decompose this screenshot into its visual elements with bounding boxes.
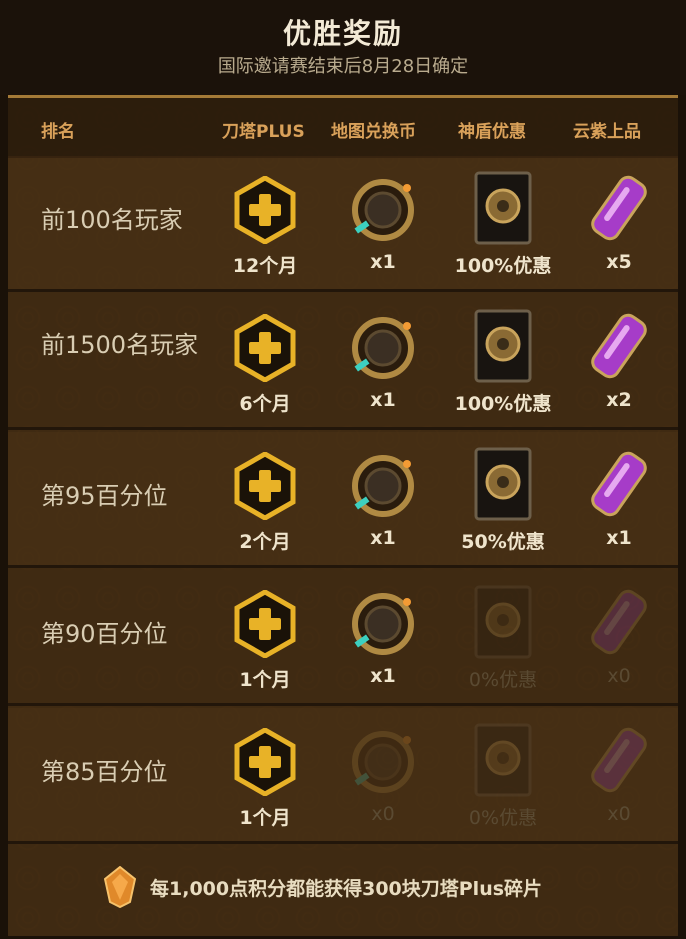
column-header-row: 排名 刀塔PLUS 地图兑换币 神盾优惠 云紫上品 <box>8 98 678 158</box>
shield-cell: 100%优惠 <box>448 294 558 430</box>
cloud-cell: x0 <box>564 570 674 706</box>
shield-cell: 0%优惠 <box>448 570 558 706</box>
aegis-icon <box>474 585 532 659</box>
plus-value: 2个月 <box>239 531 291 553</box>
shield-value: 100%优惠 <box>454 255 552 277</box>
cloud-value: x2 <box>606 389 632 411</box>
rank-label: 前1500名玩家 <box>41 331 199 359</box>
plus-value: 1个月 <box>239 669 291 691</box>
dota-plus-icon <box>234 728 296 796</box>
cloud-value: x0 <box>607 803 631 825</box>
cloud-value: x1 <box>606 527 632 549</box>
map-coin-value: x1 <box>370 389 396 411</box>
aegis-icon <box>474 309 532 383</box>
page-title: 优胜奖励 <box>282 17 403 50</box>
plus-cell: 12个月 <box>210 156 320 292</box>
rank-label: 第90百分位 <box>41 620 168 648</box>
shield-value: 50%优惠 <box>461 531 545 553</box>
table-row: 前100名玩家 12个月 x1 100%优惠 x5 <box>8 156 678 292</box>
column-header-shield: 神盾优惠 <box>458 122 526 142</box>
map-coin-icon <box>352 731 414 793</box>
cloud-value: x0 <box>607 665 631 687</box>
table-row: 第90百分位 1个月 x1 0%优惠 x0 <box>8 570 678 706</box>
table-row: 第95百分位 2个月 x1 50%优惠 x1 <box>8 432 678 568</box>
rank-label: 前100名玩家 <box>41 206 183 234</box>
shield-cell: 0%优惠 <box>448 708 558 844</box>
shield-value: 0%优惠 <box>468 807 538 829</box>
rank-label: 第95百分位 <box>41 482 168 510</box>
table-row: 第85百分位 1个月 x0 0%优惠 x0 <box>8 708 678 844</box>
plus-value: 12个月 <box>232 255 298 277</box>
map-coin-value: x0 <box>371 803 395 825</box>
cloud-value: x5 <box>606 251 632 273</box>
table-row: 前1500名玩家 6个月 x1 100%优惠 x2 <box>8 294 678 430</box>
map-coin-value: x1 <box>370 527 396 549</box>
aegis-icon <box>474 723 532 797</box>
map-coin-icon <box>352 593 414 655</box>
aegis-icon <box>474 171 532 245</box>
treasure-vial-icon <box>591 727 647 793</box>
dota-plus-icon <box>234 314 296 382</box>
column-header-map-coin: 地图兑换币 <box>331 122 416 142</box>
treasure-vial-icon <box>591 175 647 241</box>
rank-label: 第85百分位 <box>41 758 168 786</box>
plus-cell: 1个月 <box>210 570 320 706</box>
cloud-cell: x1 <box>564 432 674 568</box>
dota-plus-icon <box>234 590 296 658</box>
plus-cell: 1个月 <box>210 708 320 844</box>
footer-note: 每1,000点积分都能获得300块刀塔Plus碎片 <box>8 848 678 939</box>
shield-cell: 50%优惠 <box>448 432 558 568</box>
map-coin-cell: x1 <box>328 294 438 430</box>
shield-value: 100%优惠 <box>454 393 552 415</box>
map-coin-icon <box>352 317 414 379</box>
map-coin-value: x1 <box>370 251 396 273</box>
plus-value: 6个月 <box>239 393 291 415</box>
plus-cell: 2个月 <box>210 432 320 568</box>
treasure-vial-icon <box>591 451 647 517</box>
treasure-vial-icon <box>591 313 647 379</box>
rewards-panel: 排名 刀塔PLUS 地图兑换币 神盾优惠 云紫上品 前100名玩家 12个月 x… <box>8 95 678 936</box>
footer-text: 每1,000点积分都能获得300块刀塔Plus碎片 <box>150 878 543 900</box>
shield-cell: 100%优惠 <box>448 156 558 292</box>
column-header-cloud: 云紫上品 <box>573 122 641 142</box>
plus-cell: 6个月 <box>210 294 320 430</box>
map-coin-icon <box>352 179 414 241</box>
treasure-vial-icon <box>591 589 647 655</box>
plus-value: 1个月 <box>239 807 291 829</box>
aegis-icon <box>474 447 532 521</box>
shield-value: 0%优惠 <box>468 669 538 691</box>
cloud-cell: x0 <box>564 708 674 844</box>
map-coin-icon <box>352 455 414 517</box>
page-subtitle: 国际邀请赛结束后8月28日确定 <box>217 56 469 77</box>
plus-shard-icon <box>104 866 136 908</box>
header: 优胜奖励 国际邀请赛结束后8月28日确定 <box>0 0 686 95</box>
map-coin-cell: x0 <box>328 708 438 844</box>
map-coin-cell: x1 <box>328 432 438 568</box>
dota-plus-icon <box>234 176 296 244</box>
column-header-plus: 刀塔PLUS <box>222 122 305 142</box>
cloud-cell: x5 <box>564 156 674 292</box>
map-coin-cell: x1 <box>328 570 438 706</box>
map-coin-value: x1 <box>370 665 396 687</box>
map-coin-cell: x1 <box>328 156 438 292</box>
cloud-cell: x2 <box>564 294 674 430</box>
column-header-rank: 排名 <box>41 122 75 142</box>
dota-plus-icon <box>234 452 296 520</box>
